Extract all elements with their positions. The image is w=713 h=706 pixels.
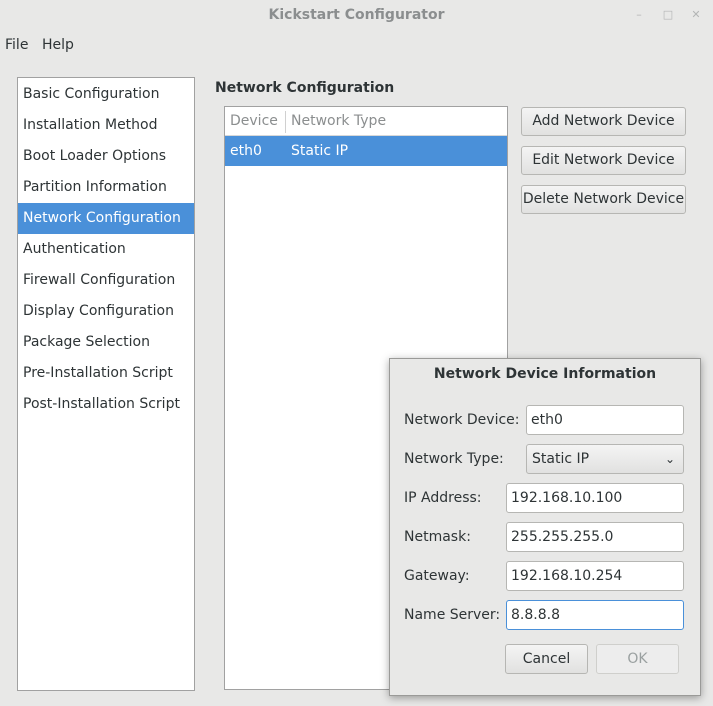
title-bar: Kickstart Configurator – □ ✕: [0, 0, 713, 30]
netmask-field[interactable]: 255.255.255.0: [506, 522, 684, 552]
sidebar-item-boot-loader-options[interactable]: Boot Loader Options: [18, 141, 194, 172]
dialog-title: Network Device Information: [433, 366, 657, 382]
network-type-value: Static IP: [532, 451, 590, 467]
table-row[interactable]: eth0 Static IP: [225, 136, 507, 166]
cell-device: eth0: [230, 143, 262, 159]
column-header-device[interactable]: Device: [225, 107, 285, 135]
close-icon[interactable]: ✕: [686, 0, 706, 30]
ip-address-label: IP Address:: [404, 490, 482, 506]
name-server-label: Name Server:: [404, 607, 501, 623]
window-title: Kickstart Configurator: [268, 7, 445, 23]
gateway-field[interactable]: 192.168.10.254: [506, 561, 684, 591]
menu-help[interactable]: Help: [42, 30, 74, 60]
sidebar-item-firewall-configuration[interactable]: Firewall Configuration: [18, 265, 194, 296]
name-server-field[interactable]: 8.8.8.8: [506, 600, 684, 630]
network-type-select[interactable]: Static IP ⌄: [526, 444, 684, 474]
network-device-field[interactable]: eth0: [526, 405, 684, 435]
sidebar-item-network-configuration[interactable]: Network Configuration: [18, 203, 194, 234]
sidebar-item-package-selection[interactable]: Package Selection: [18, 327, 194, 358]
network-device-dialog: Network Device Information Network Devic…: [389, 358, 701, 696]
cancel-button[interactable]: Cancel: [505, 644, 588, 674]
maximize-icon[interactable]: □: [658, 0, 678, 30]
sidebar-item-installation-method[interactable]: Installation Method: [18, 110, 194, 141]
add-network-device-button[interactable]: Add Network Device: [521, 107, 686, 136]
ip-address-field[interactable]: 192.168.10.100: [506, 483, 684, 513]
edit-network-device-button[interactable]: Edit Network Device: [521, 146, 686, 175]
network-type-label: Network Type:: [404, 451, 504, 467]
menu-bar: File Help: [0, 30, 713, 60]
ok-button[interactable]: OK: [596, 644, 679, 674]
menu-file[interactable]: File: [5, 30, 28, 60]
chevron-down-icon: ⌄: [664, 452, 675, 466]
column-header-network-type[interactable]: Network Type: [286, 107, 506, 135]
delete-network-device-button[interactable]: Delete Network Device: [521, 185, 686, 214]
sidebar-item-post-installation-script[interactable]: Post-Installation Script: [18, 389, 194, 420]
sidebar: Basic Configuration Installation Method …: [17, 77, 195, 691]
network-device-label: Network Device:: [404, 412, 520, 428]
netmask-label: Netmask:: [404, 529, 471, 545]
gateway-label: Gateway:: [404, 568, 470, 584]
sidebar-item-authentication[interactable]: Authentication: [18, 234, 194, 265]
sidebar-item-pre-installation-script[interactable]: Pre-Installation Script: [18, 358, 194, 389]
section-title: Network Configuration: [215, 80, 395, 96]
sidebar-item-partition-information[interactable]: Partition Information: [18, 172, 194, 203]
minimize-icon[interactable]: –: [629, 0, 649, 30]
cell-network-type: Static IP: [291, 143, 349, 159]
sidebar-item-display-configuration[interactable]: Display Configuration: [18, 296, 194, 327]
sidebar-item-basic-configuration[interactable]: Basic Configuration: [18, 79, 194, 110]
